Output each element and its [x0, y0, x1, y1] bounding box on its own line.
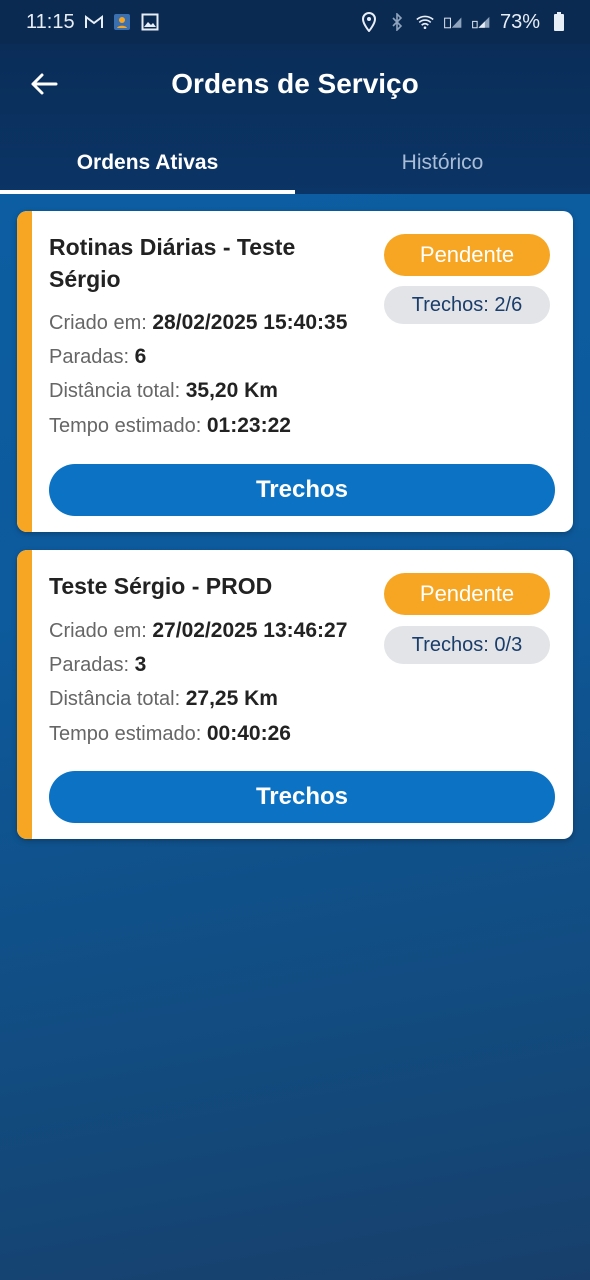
tab-bar: Ordens Ativas Histórico: [0, 132, 590, 194]
stops-label: Paradas:: [49, 346, 135, 368]
distance-value: 27,25 Km: [185, 687, 278, 710]
card-accent-bar: [17, 211, 32, 532]
distance-label: Distância total:: [49, 688, 186, 710]
created-line: Criado em: 28/02/2025 15:40:35: [49, 311, 347, 335]
order-card: Rotinas Diárias - Teste Sérgio Pendente …: [17, 211, 573, 532]
created-value: 27/02/2025 13:46:27: [152, 619, 348, 642]
order-title: Teste Sérgio - PROD: [49, 573, 273, 599]
status-bar-left: 11:15: [26, 11, 159, 34]
app-notification-icon: [113, 13, 131, 31]
battery-percent: 73%: [499, 10, 540, 33]
order-card: Teste Sérgio - PROD Pendente Trechos: 0/…: [17, 550, 573, 839]
time-label: Tempo estimado:: [49, 415, 207, 437]
distance-label: Distância total:: [49, 380, 186, 402]
bluetooth-icon: [388, 13, 406, 31]
stops-value: 3: [134, 653, 147, 676]
tab-historico[interactable]: Histórico: [295, 132, 590, 194]
distance-line: Distância total: 35,20 Km: [49, 379, 278, 403]
stops-line: Paradas: 3: [49, 653, 146, 677]
status-badge: Pendente: [384, 573, 550, 615]
time-value: 01:23:22: [206, 414, 291, 437]
status-bar: 11:15 73%: [0, 0, 590, 44]
signal-icon-2: [472, 13, 490, 31]
page-title: Ordens de Serviço: [171, 68, 419, 99]
stops-label: Paradas:: [49, 654, 135, 676]
card-accent-bar: [17, 550, 32, 839]
distance-value: 35,20 Km: [185, 379, 278, 402]
distance-line: Distância total: 27,25 Km: [49, 687, 278, 711]
status-badge: Pendente: [384, 234, 550, 276]
trechos-button[interactable]: Trechos: [49, 771, 555, 823]
time-line: Tempo estimado: 00:40:26: [49, 722, 291, 746]
status-time: 11:15: [26, 10, 75, 33]
created-line: Criado em: 27/02/2025 13:46:27: [49, 619, 347, 643]
gmail-icon: [84, 13, 103, 31]
trechos-button[interactable]: Trechos: [49, 464, 555, 516]
time-label: Tempo estimado:: [49, 723, 207, 745]
tab-ordens-ativas[interactable]: Ordens Ativas: [0, 132, 295, 194]
status-bar-right: 73%: [360, 11, 568, 34]
trechos-count-badge: Trechos: 2/6: [384, 286, 550, 324]
app-header: Ordens de Serviço Ordens Ativas Históric…: [0, 44, 590, 194]
stops-value: 6: [134, 345, 147, 368]
battery-icon: [550, 12, 568, 31]
wifi-icon: [416, 13, 434, 31]
time-line: Tempo estimado: 01:23:22: [49, 414, 291, 438]
created-label: Criado em:: [49, 312, 153, 334]
time-value: 00:40:26: [206, 722, 291, 745]
stops-line: Paradas: 6: [49, 345, 146, 369]
order-title: Rotinas Diárias - Teste Sérgio: [49, 234, 296, 292]
created-label: Criado em:: [49, 620, 153, 642]
trechos-count-badge: Trechos: 0/3: [384, 626, 550, 664]
location-icon: [360, 12, 378, 32]
gallery-icon: [141, 13, 159, 31]
signal-icon: [444, 13, 462, 31]
created-value: 28/02/2025 15:40:35: [152, 311, 348, 334]
